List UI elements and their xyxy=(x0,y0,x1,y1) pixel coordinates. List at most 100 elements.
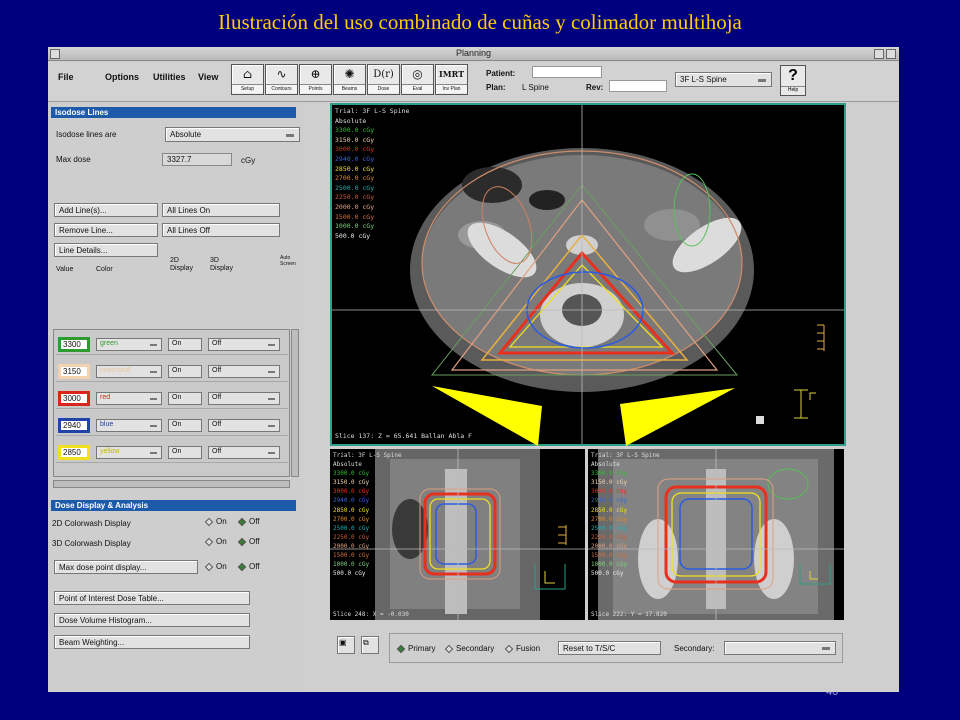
axial-dose-legend: 3300.0 cGy 3150.0 cGy 3000.0 cGy 2940.0 … xyxy=(335,126,409,241)
legend-item: 1000.0 cGy xyxy=(335,222,375,231)
3d-display-select[interactable]: Off xyxy=(208,392,280,405)
menu-file[interactable]: File xyxy=(58,72,74,82)
isodose-mode-select[interactable]: Absolute xyxy=(165,127,300,142)
minimize-icon[interactable] xyxy=(874,49,884,59)
tool-beams-button[interactable]: ✺ Beams xyxy=(333,64,366,95)
2d-display-select[interactable]: On xyxy=(168,446,202,459)
left-wedge-arrow xyxy=(432,386,542,446)
isodose-value[interactable]: 2940 xyxy=(58,418,90,433)
rev-field[interactable] xyxy=(609,80,667,92)
isodose-row[interactable]: 2940 blue On Off xyxy=(56,414,288,436)
dvh-button[interactable]: Dose Volume Histogram... xyxy=(54,613,250,627)
legend-item: 500.0 cGy xyxy=(333,570,366,578)
colorwash-2d-off-radio[interactable]: Off xyxy=(237,517,260,527)
secondary-select[interactable] xyxy=(724,641,836,655)
isodose-value[interactable]: 3000 xyxy=(58,391,90,406)
3d-display-select[interactable]: Off xyxy=(208,365,280,378)
coronal-view[interactable]: Trial: 3F L-S Spine Absolute 3300.0 cGy … xyxy=(588,449,844,620)
menu-utilities[interactable]: Utilities xyxy=(153,72,186,82)
isodose-row[interactable]: 3150 peachpuff On Off xyxy=(56,360,288,382)
isodose-vertical-scrollbar[interactable] xyxy=(291,329,299,477)
menu-options[interactable]: Options xyxy=(105,72,139,82)
right-wedge-arrow xyxy=(620,388,735,446)
color-select[interactable]: green xyxy=(96,338,162,351)
sagittal-overlay-text: Trial: 3F L-S Spine Absolute 3300.0 cGy … xyxy=(333,452,402,578)
legend-item: 2700.0 cGy xyxy=(333,515,370,523)
legend-item: 2500.0 cGy xyxy=(335,183,375,192)
max-dose-on-radio[interactable]: On xyxy=(204,562,227,572)
column-3d-display: 3D Display xyxy=(210,257,233,272)
fusion-radio[interactable]: Fusion xyxy=(504,644,540,654)
tool-dose-button[interactable]: D(r) Dose xyxy=(367,64,400,95)
color-select[interactable]: yellow xyxy=(96,446,162,459)
trial-select[interactable]: 3F L-S Spine xyxy=(675,72,772,87)
legend-item: 500.0 cGy xyxy=(591,570,624,578)
menu-view[interactable]: View xyxy=(198,72,218,82)
line-details-button[interactable]: Line Details... xyxy=(54,243,158,257)
colorwash-3d-on-radio[interactable]: On xyxy=(204,537,227,547)
secondary-radio[interactable]: Secondary xyxy=(444,644,494,654)
3d-display-select[interactable]: Off xyxy=(208,419,280,432)
isodose-value[interactable]: 3300 xyxy=(58,337,90,352)
tool-invplan-button[interactable]: IMRT Inv Plan xyxy=(435,64,468,95)
help-icon: ? xyxy=(788,67,798,84)
tool-contours-button[interactable]: ∿ Contours xyxy=(265,64,298,95)
tool-setup-button[interactable]: ⌂ Setup xyxy=(231,64,264,95)
isodose-value[interactable]: 3150 xyxy=(58,364,90,379)
dose-display-header: Dose Display & Analysis xyxy=(51,500,296,511)
colorwash-2d-on-radio[interactable]: On xyxy=(204,517,227,527)
auto-screen-label[interactable]: Auto Screen xyxy=(280,255,296,267)
legend-item: 2940.0 cGy xyxy=(591,497,628,505)
tool-points-button[interactable]: ⊕ Points xyxy=(299,64,332,95)
fusion-toolbar: Primary Secondary Fusion Reset to T/S/C … xyxy=(389,633,843,663)
max-dose-off-radio[interactable]: Off xyxy=(237,562,260,572)
poi-dose-table-button[interactable]: Point of Interest Dose Table... xyxy=(54,591,250,605)
remove-line-button[interactable]: Remove Line... xyxy=(54,223,158,237)
isodose-horizontal-scrollbar[interactable] xyxy=(53,480,290,488)
colorwash-3d-off-radio[interactable]: Off xyxy=(237,537,260,547)
add-lines-button[interactable]: Add Line(s)... xyxy=(54,203,158,217)
contours-icon: ∿ xyxy=(276,67,287,81)
column-2d-display: 2D Display xyxy=(170,257,193,272)
legend-item: 1000.0 cGy xyxy=(333,561,370,569)
legend-item: 1500.0 cGy xyxy=(591,552,628,560)
beam-weighting-button[interactable]: Beam Weighting... xyxy=(54,635,250,649)
legend-item: 2000.0 cGy xyxy=(333,542,370,550)
primary-radio[interactable]: Primary xyxy=(396,644,436,654)
legend-item: 3150.0 cGy xyxy=(333,479,370,487)
max-dose-point-button[interactable]: Max dose point display... xyxy=(54,560,198,574)
slide-title: Ilustración del uso combinado de cuñas y… xyxy=(218,10,742,34)
tool-eval-button[interactable]: ◎ Eval xyxy=(401,64,434,95)
all-lines-off-button[interactable]: All Lines Off xyxy=(162,223,280,237)
2d-display-select[interactable]: On xyxy=(168,338,202,351)
reset-tsc-button[interactable]: Reset to T/S/C xyxy=(558,641,661,655)
isodose-value[interactable]: 2850 xyxy=(58,445,90,460)
legend-item: 1000.0 cGy xyxy=(591,561,628,569)
window-titlebar[interactable]: Planning xyxy=(48,47,899,61)
rev-label: Rev: xyxy=(586,83,604,92)
2d-display-select[interactable]: On xyxy=(168,419,202,432)
color-select[interactable]: peachpuff xyxy=(96,365,162,378)
view-copy-button[interactable]: ⧉ xyxy=(361,636,379,654)
2d-display-select[interactable]: On xyxy=(168,392,202,405)
color-select[interactable]: blue xyxy=(96,419,162,432)
colorwash-2d-label: 2D Colorwash Display xyxy=(52,519,131,528)
maximize-icon[interactable] xyxy=(886,49,896,59)
isodose-row[interactable]: 2850 yellow On Off xyxy=(56,441,288,463)
3d-display-select[interactable]: Off xyxy=(208,446,280,459)
patient-field[interactable] xyxy=(532,66,602,78)
legend-item: 2700.0 cGy xyxy=(591,515,628,523)
3d-display-select[interactable]: Off xyxy=(208,338,280,351)
max-dose-field: 3327.7 xyxy=(162,153,232,166)
color-select[interactable]: red xyxy=(96,392,162,405)
planning-window: Planning File Options Utilities View ⌂ Se… xyxy=(48,47,899,692)
2d-display-select[interactable]: On xyxy=(168,365,202,378)
legend-item: 2700.0 cGy xyxy=(335,174,375,183)
view-layout-button[interactable]: ▣ xyxy=(337,636,355,654)
isodose-row[interactable]: 3300 green On Off xyxy=(56,333,288,355)
isodose-row[interactable]: 3000 red On Off xyxy=(56,387,288,409)
column-color: Color xyxy=(96,266,113,273)
all-lines-on-button[interactable]: All Lines On xyxy=(162,203,280,217)
sagittal-view[interactable]: Trial: 3F L-S Spine Absolute 3300.0 cGy … xyxy=(330,449,585,620)
help-button[interactable]: ? Help xyxy=(780,65,806,96)
